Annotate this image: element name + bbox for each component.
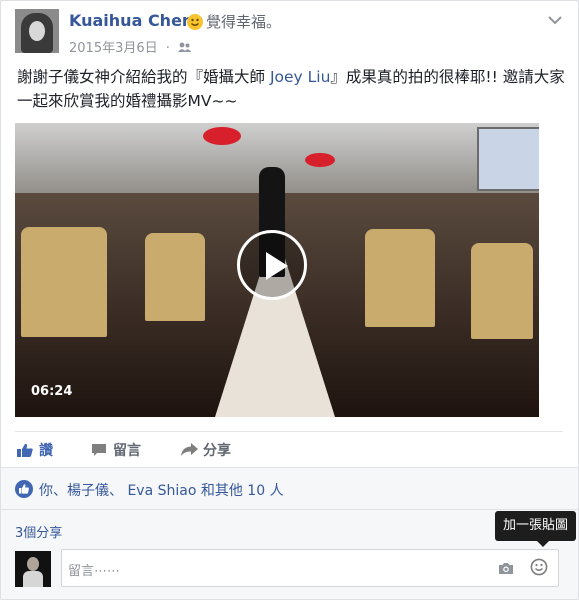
- video-thumbnail-chair: [471, 243, 533, 339]
- comment-input[interactable]: 留言⋯⋯: [61, 549, 559, 587]
- like-badge-icon: [15, 480, 33, 498]
- video-thumbnail-screen: [477, 127, 539, 191]
- thumbs-up-icon: [17, 443, 33, 457]
- camera-icon[interactable]: [498, 560, 514, 574]
- play-icon[interactable]: [237, 230, 307, 300]
- chevron-down-icon[interactable]: [548, 13, 562, 29]
- comment-bubble-icon: [91, 443, 107, 457]
- video-player[interactable]: 06:24: [15, 123, 539, 417]
- message-link[interactable]: Joey Liu: [270, 68, 330, 86]
- sticker-tooltip: 加一張貼圖: [495, 511, 577, 547]
- feeling-text: 覺得幸福。: [206, 13, 282, 31]
- comment-button[interactable]: 留言: [91, 440, 141, 460]
- post-meta: 2015年3月6日 ·: [69, 37, 192, 56]
- current-user-avatar[interactable]: [15, 551, 51, 587]
- video-thumbnail-chair: [21, 227, 107, 337]
- share-label: 分享: [203, 443, 231, 459]
- comment-composer: 留言⋯⋯: [1, 545, 578, 599]
- message-text-1: 謝謝子儀女神介紹給我的『婚攝大師: [17, 68, 270, 86]
- like-label: 讚: [39, 443, 53, 459]
- comment-label: 留言: [113, 443, 141, 459]
- post-card: Kuaihua Chen 覺得幸福。 2015年3月6日 · 謝謝子儀女神介紹給…: [0, 0, 579, 600]
- like-button[interactable]: 讚: [17, 440, 53, 460]
- video-thumbnail-flowers: [305, 153, 335, 167]
- sticker-smile-icon[interactable]: [530, 558, 548, 576]
- shares-count[interactable]: 3個分享: [15, 522, 62, 541]
- audience-friends-icon[interactable]: [178, 42, 192, 52]
- likes-summary: 你、楊子儀、 Eva Shiao 和其他 10 人: [1, 467, 578, 510]
- comment-placeholder: 留言⋯⋯: [68, 564, 121, 579]
- author-name[interactable]: Kuaihua Chen: [69, 11, 193, 30]
- share-arrow-icon: [181, 443, 198, 457]
- share-button[interactable]: 分享: [181, 440, 231, 460]
- shares-summary: 3個分享: [1, 509, 578, 546]
- likes-text[interactable]: 你、楊子儀、 Eva Shiao 和其他 10 人: [39, 480, 284, 500]
- video-thumbnail-flowers: [203, 127, 241, 145]
- author-avatar[interactable]: [15, 9, 59, 53]
- feeling: 覺得幸福。: [187, 11, 281, 32]
- video-thumbnail-chair: [365, 229, 435, 327]
- smile-emoji-icon: [187, 14, 203, 30]
- post-date[interactable]: 2015年3月6日: [69, 41, 158, 56]
- post-message: 謝謝子儀女神介紹給我的『婚攝大師 Joey Liu』成果真的拍的很棒耶!! 邀請…: [17, 65, 565, 113]
- meta-separator: ·: [165, 41, 170, 56]
- video-thumbnail-chair: [145, 233, 205, 321]
- video-duration: 06:24: [31, 384, 73, 399]
- action-bar: 讚 留言 分享: [15, 431, 563, 466]
